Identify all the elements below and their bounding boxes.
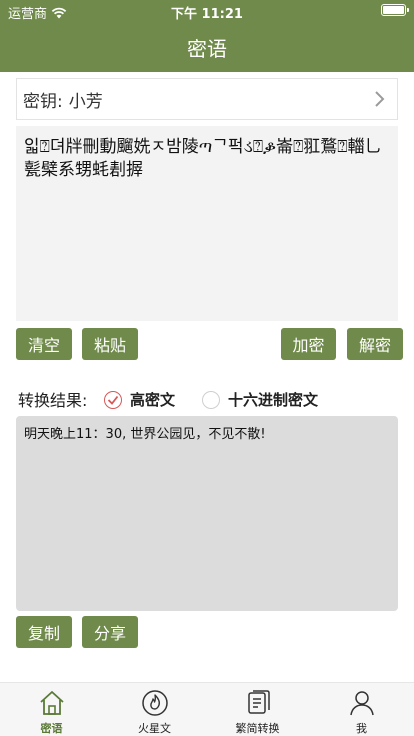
paste-button[interactable]: 粘贴 <box>82 328 138 360</box>
option-high-label: 高密文 <box>130 391 176 409</box>
battery-icon <box>381 4 409 16</box>
encrypt-button[interactable]: 加密 <box>281 328 336 360</box>
user-icon <box>349 691 374 716</box>
key-value: 小芳 <box>68 91 103 112</box>
page-title: 密语 <box>187 36 227 61</box>
decrypt-button[interactable]: 解密 <box>347 328 403 360</box>
share-button[interactable]: 分享 <box>82 616 138 648</box>
result-header: 转换结果: <box>18 387 87 411</box>
clear-button[interactable]: 清空 <box>16 328 72 360</box>
tab-huoxingwen[interactable]: 火星文 <box>103 683 206 736</box>
key-label: 密钥: <box>23 91 63 112</box>
option-hex-label: 十六进制密文 <box>228 391 319 409</box>
tab-label: 繁简转换 <box>235 722 280 735</box>
result-label: 转换结果: <box>18 391 88 410</box>
radio-checked-icon <box>104 390 122 409</box>
tab-fanjian[interactable]: 繁简转换 <box>206 683 309 736</box>
tab-bar: 密语 火星文 繁简转换 我 <box>0 682 414 736</box>
nav-bar: 密语 <box>0 22 414 72</box>
status-time: 下午 11:21 <box>171 7 243 22</box>
result-output: 明天晚上11：30, 世界公园见，不见不散! <box>16 416 398 611</box>
key-selector[interactable]: 密钥: 小芳 <box>16 78 398 120</box>
option-high-cipher[interactable]: 高密文 <box>104 389 175 410</box>
tab-label: 密语 <box>40 722 63 735</box>
tab-label: 我 <box>356 722 367 735</box>
radio-unchecked-icon <box>202 390 220 409</box>
cipher-input[interactable]: 읿⍰뎌牉刪動飀姺ㅈ밤陵ጣᄀ퍽ડ⍰ቇ崙⍰羾鶩⍰輺乚甏檗系甥蚝剨搱 <box>16 126 398 321</box>
home-icon <box>39 691 64 715</box>
status-bar: 运营商 下午 11:21 <box>0 0 414 22</box>
tab-me[interactable]: 我 <box>310 683 413 736</box>
tab-miyu[interactable]: 密语 <box>0 683 103 736</box>
copy-button[interactable]: 复制 <box>16 616 72 648</box>
battery-indicator <box>381 4 409 16</box>
tab-label: 火星文 <box>138 722 171 735</box>
fire-icon <box>141 690 168 716</box>
chevron-right-icon <box>375 91 385 107</box>
document-icon <box>247 690 270 714</box>
option-hex-cipher[interactable]: 十六进制密文 <box>202 389 318 410</box>
